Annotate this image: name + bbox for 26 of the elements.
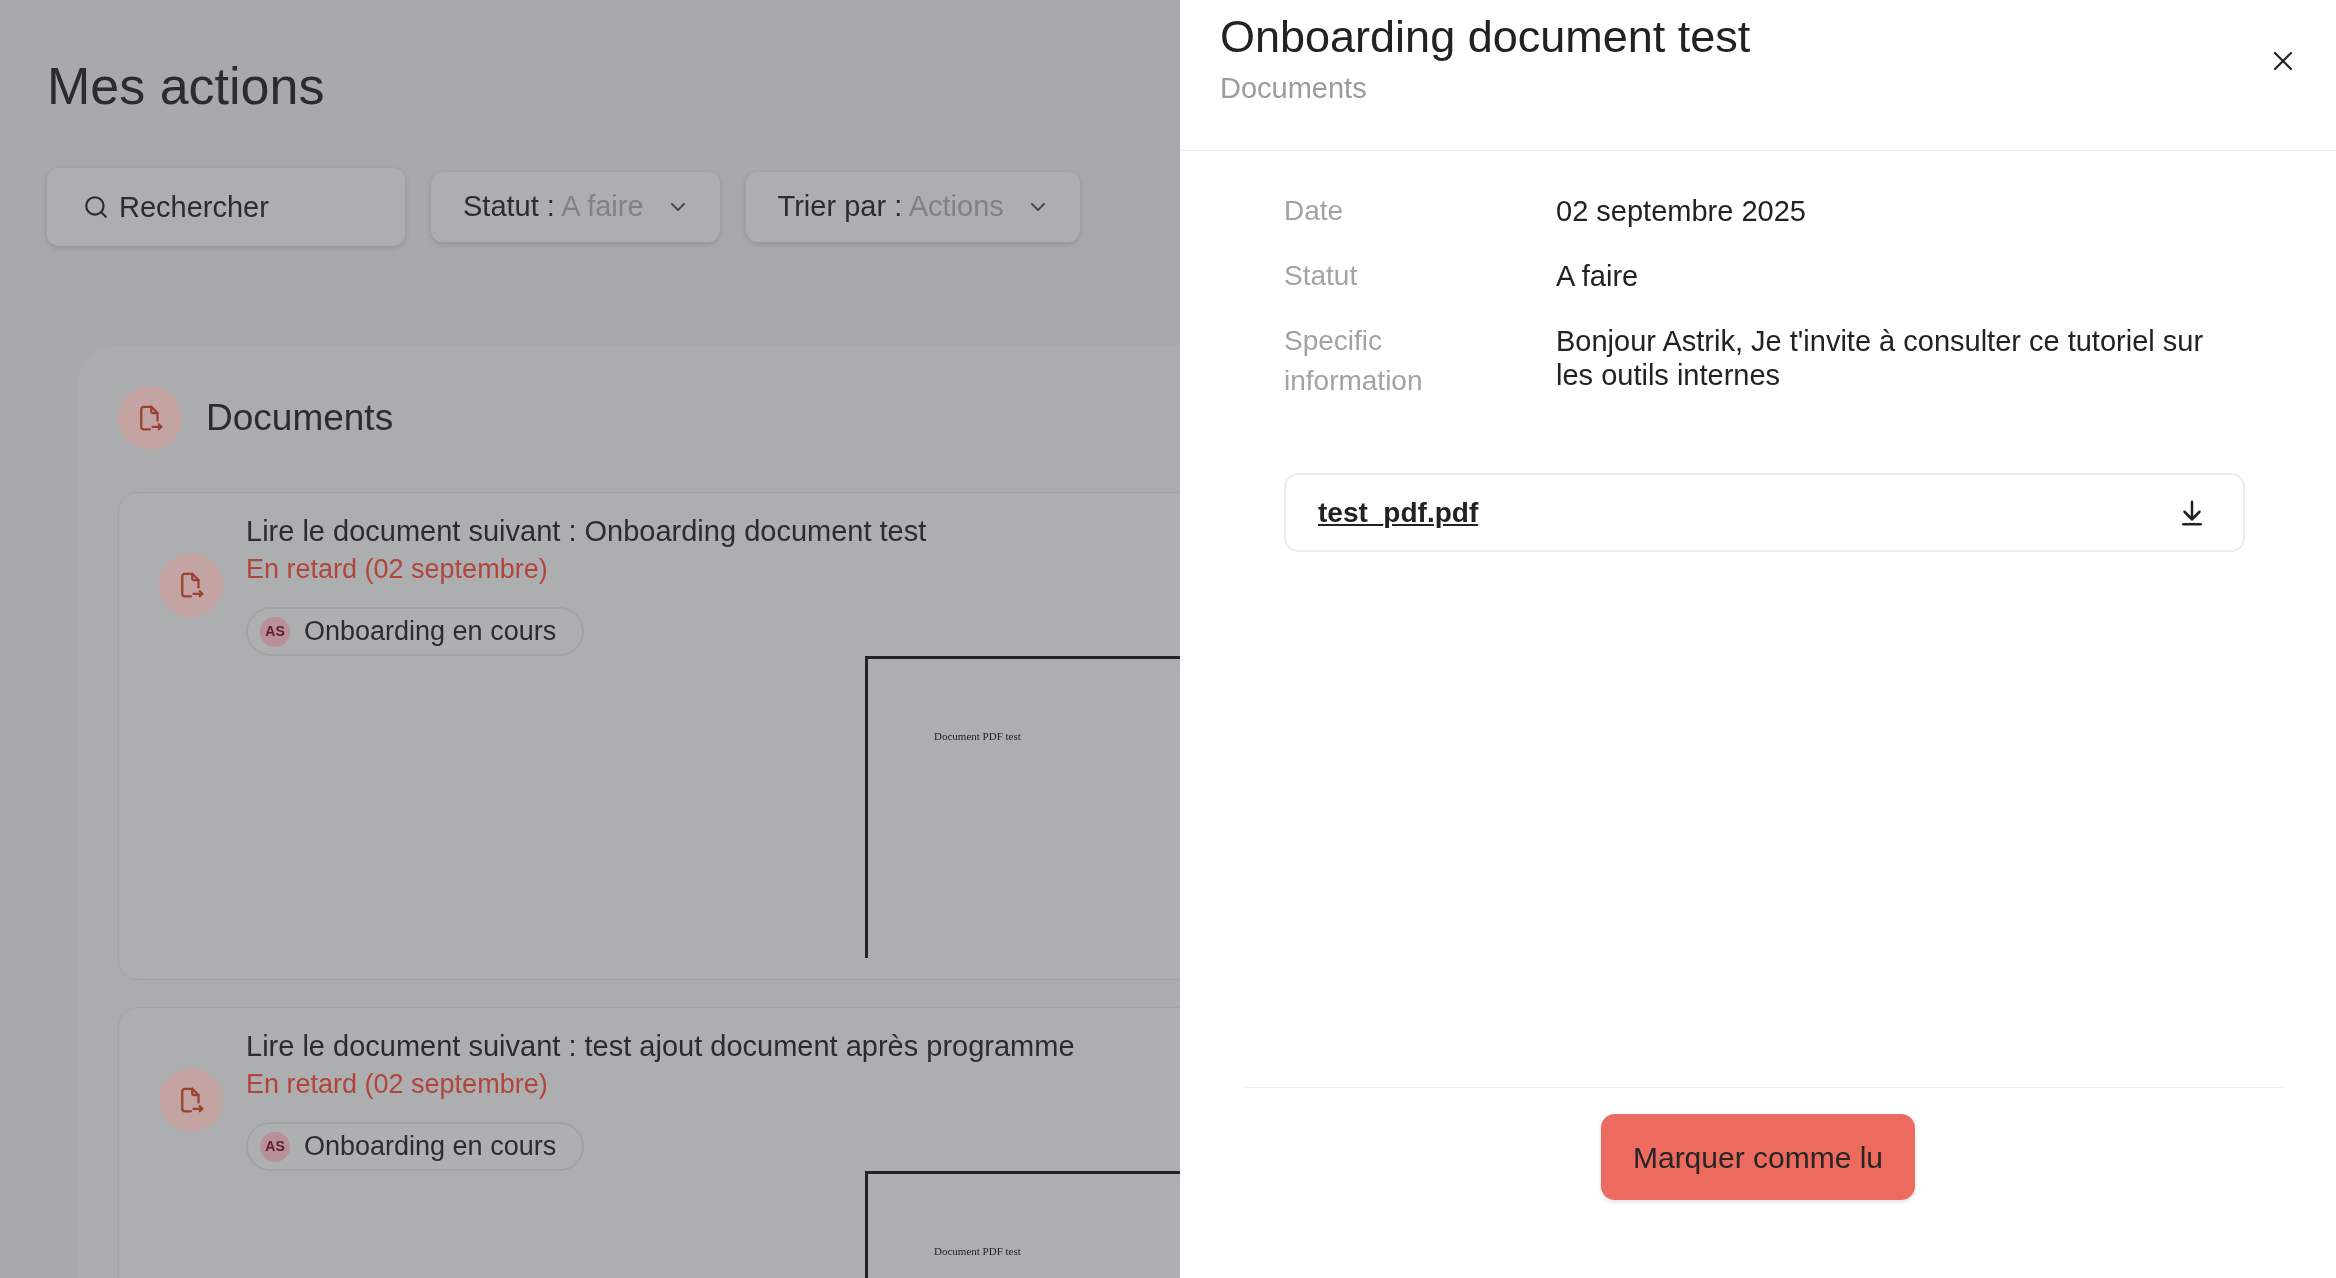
section-title: Documents — [206, 396, 394, 440]
action-title: Lire le document suivant : test ajout document après programme — [246, 1029, 1075, 1064]
tag-label: Onboarding en cours — [304, 615, 557, 649]
action-title: Lire le document suivant : Onboarding document test — [246, 514, 927, 549]
detail-value: 02 septembre 2025 — [1556, 194, 1807, 229]
detail-value: A faire — [1556, 259, 1640, 294]
preview-text: Document PDF test — [934, 1245, 1021, 1257]
detail-label: Specific information — [1284, 324, 1424, 398]
file-link[interactable]: test_pdf.pdf — [1318, 491, 1479, 534]
detail-value: Bonjour Astrik, Je t'invite à consulter ce tutoriel sur les outils internes — [1556, 324, 2205, 393]
due-status: En retard (02 septembre) — [246, 553, 548, 586]
drawer-title: Onboarding document test — [1220, 12, 1751, 62]
action-card[interactable]: Lire le document suivant : Onboarding document test En retard (02 septembre) AS Onboarding en cours Document PDF test — [118, 492, 1180, 980]
initials-avatar: AS — [260, 616, 290, 647]
detail-label: Date — [1284, 194, 1345, 228]
due-status: En retard (02 septembre) — [246, 1068, 548, 1101]
tag-label: Onboarding en cours — [304, 1130, 557, 1164]
search-icon — [83, 194, 109, 220]
mark-read-button[interactable]: Marquer comme lu — [1600, 1114, 1916, 1200]
drawer-subtitle: Documents — [1220, 71, 1367, 105]
action-card[interactable]: Lire le document suivant : test ajout document après programme En retard (02 septembre) AS Onboarding en cours Document PDF test — [118, 1007, 1180, 1278]
detail-label: Statut — [1284, 259, 1359, 293]
initials-avatar: AS — [260, 1131, 290, 1162]
preview-text: Document PDF test — [934, 730, 1021, 742]
page-title: Mes actions — [47, 56, 325, 116]
search-field[interactable]: Rechercher — [47, 168, 405, 246]
